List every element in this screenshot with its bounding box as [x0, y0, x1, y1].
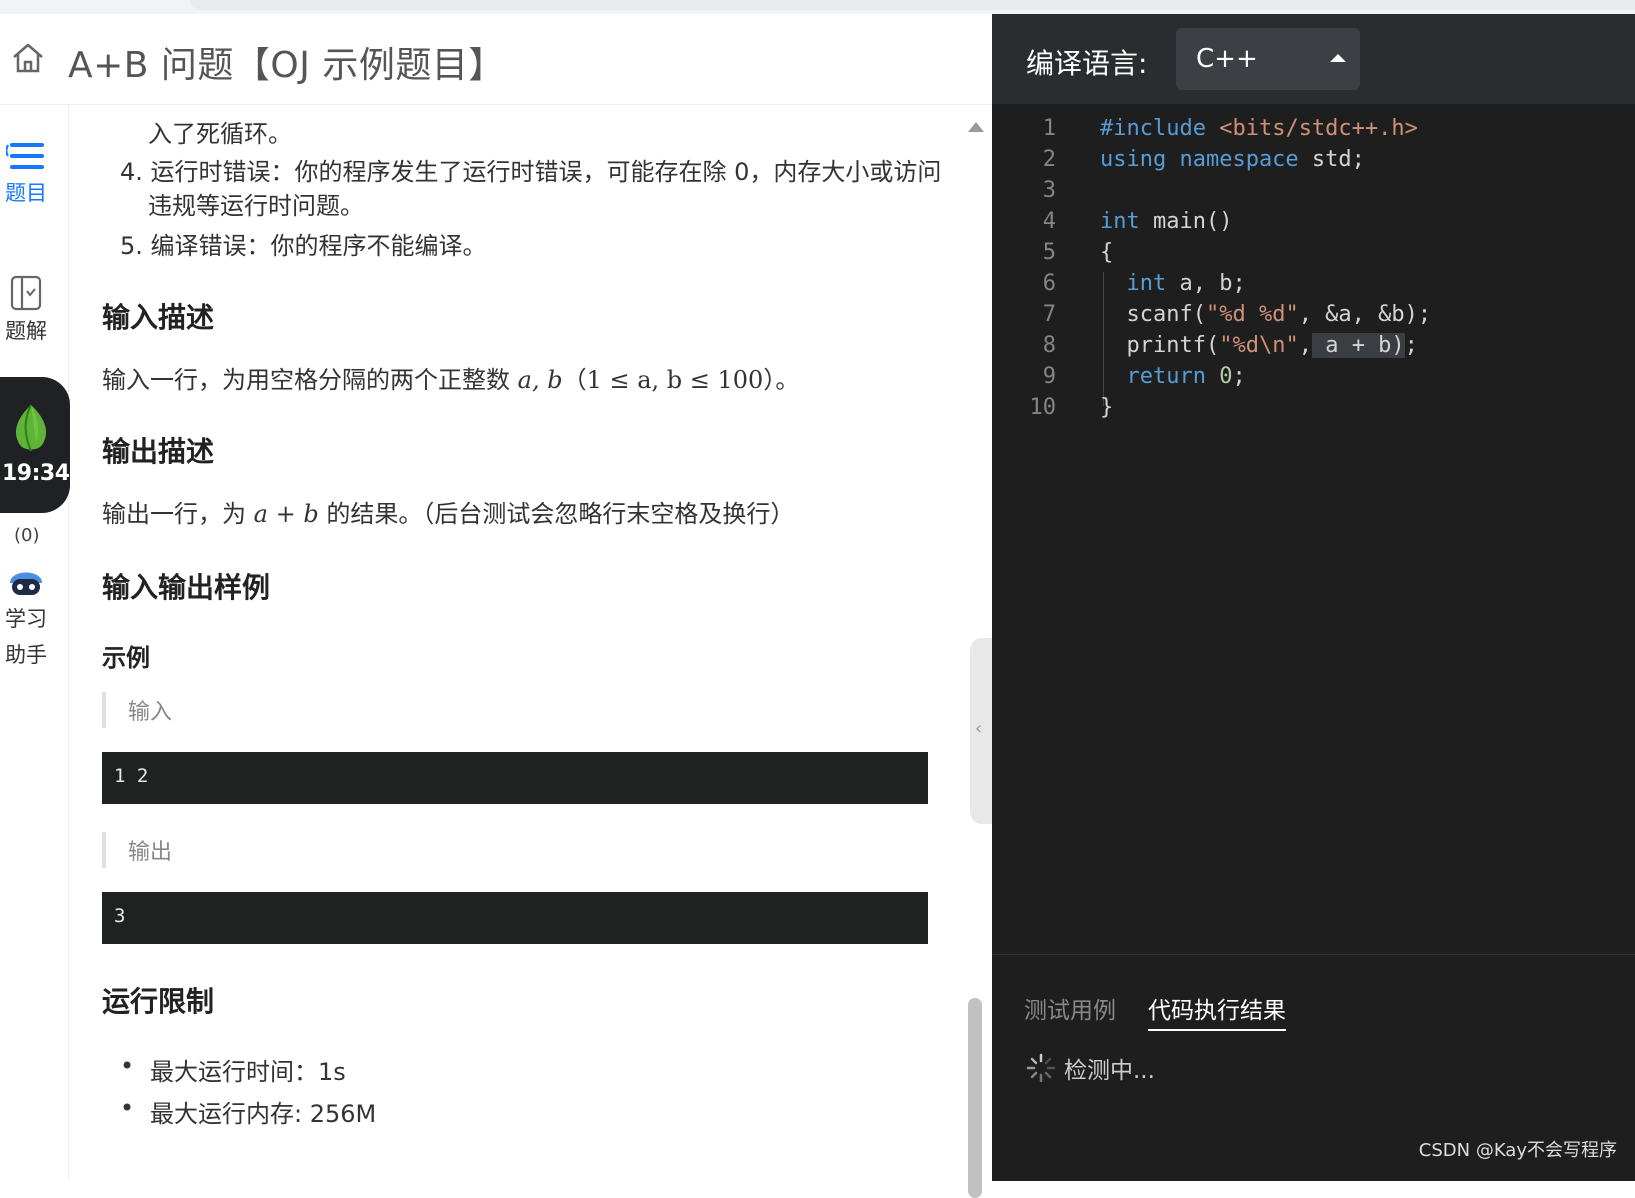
code-line-1: 1 #include <bits/stdc++.h>: [992, 116, 1635, 148]
line-number: 2: [1042, 147, 1056, 172]
input-desc-range: 1 ≤ a, b ≤ 100: [586, 366, 764, 394]
code-text: {: [1100, 240, 1114, 265]
side-nav: 题目 题解 19:34 (0) 学习 助手: [0, 105, 70, 1180]
panel-collapse-handle[interactable]: ‹: [970, 638, 992, 824]
line-number: 1: [1042, 116, 1056, 141]
code-text: #include <bits/stdc++.h>: [1100, 116, 1418, 141]
scrollbar-thumb[interactable]: [968, 998, 982, 1198]
output-desc-math: a + b: [253, 500, 319, 528]
tab-test-cases[interactable]: 测试用例: [1024, 991, 1116, 1025]
input-desc-math: a, b: [517, 366, 563, 394]
code-text: int a, b;: [1126, 271, 1246, 296]
section-title-limits: 运行限制: [102, 985, 215, 1018]
solution-book-icon: [10, 275, 42, 311]
section-title-samples: 输入输出样例: [102, 571, 271, 604]
code-line-2: 2 using namespace std;: [992, 147, 1635, 179]
tab-execution-result[interactable]: 代码执行结果: [1148, 991, 1286, 1031]
chevron-left-icon: ‹: [975, 718, 983, 739]
code-text: printf("%d\n", a + b);: [1100, 333, 1418, 358]
input-description: 输入一行，为用空格分隔的两个正整数 a, b（1 ≤ a, b ≤ 100）。: [102, 360, 799, 395]
code-text: return 0;: [1126, 364, 1246, 389]
side-item-problem[interactable]: 题目: [0, 139, 52, 207]
line-number: 3: [1042, 178, 1056, 203]
loading-spinner-icon: [1026, 1053, 1056, 1083]
limit-memory: 最大运行内存: 256M: [120, 1094, 377, 1129]
side-item-assistant[interactable]: 学习 助手: [0, 561, 52, 669]
browser-top-strip: [0, 0, 1635, 14]
sample-output-label-text: 输出: [128, 840, 173, 865]
code-line-9: 9 return 0;: [992, 364, 1635, 396]
timer-count: (0): [14, 525, 40, 546]
limit-time: 最大运行时间：1s: [120, 1052, 346, 1087]
input-desc-close: ）。: [763, 366, 800, 394]
list-icon: [6, 143, 44, 169]
sample-input-value: 1 2: [114, 765, 149, 787]
output-desc-rest: 的结果。（后台测试会忽略行末空格及换行）: [318, 500, 795, 528]
watermark: CSDN @Kay不会写程序: [1418, 1140, 1617, 1161]
home-icon[interactable]: [10, 40, 46, 76]
editor-panel: 编译语言: C++ 1 #include <bits/stdc++.h> 2 usi…: [992, 14, 1635, 1181]
side-item-solution[interactable]: 题解: [0, 275, 52, 345]
output-desc-text: 输出一行，为: [102, 500, 254, 528]
sample-output-box: 3: [102, 892, 928, 944]
status-text: 检测中...: [1064, 1058, 1155, 1084]
section-title-input: 输入描述: [102, 301, 215, 334]
code-line-8: 8 printf("%d\n", a + b);: [992, 333, 1635, 365]
input-desc-open: （: [562, 366, 587, 394]
list-item-4-cont: 违规等运行时问题。: [148, 192, 364, 220]
sample-input-label: 输入: [102, 692, 906, 728]
leaf-icon: [15, 404, 47, 452]
caret-up-icon: [1330, 54, 1346, 62]
sample-output-label: 输出: [102, 832, 906, 868]
countdown-timer-widget[interactable]: 19:34: [0, 377, 70, 513]
language-select[interactable]: C++: [1176, 28, 1360, 90]
line-number: 8: [1042, 333, 1056, 358]
code-line-5: 5{: [992, 240, 1635, 272]
page-title: A+B 问题【OJ 示例题目】: [68, 45, 505, 86]
code-editor[interactable]: 1 #include <bits/stdc++.h> 2 using namespa…: [992, 104, 1635, 968]
language-select-value: C++: [1196, 44, 1258, 74]
scroll-up-arrow[interactable]: [968, 122, 984, 132]
example-title: 示例: [102, 644, 150, 672]
side-item-problem-label: 题目: [5, 181, 47, 205]
browser-tab-strip: [190, 0, 1635, 10]
line-number: 7: [1042, 302, 1056, 327]
line-number: 9: [1042, 364, 1056, 389]
language-label: 编译语言:: [1026, 47, 1148, 80]
code-line-7: 7 scanf("%d %d", &a, &b);: [992, 302, 1635, 334]
sample-input-label-text: 输入: [128, 700, 173, 725]
code-line-3: 3: [992, 178, 1635, 210]
side-item-assistant-label-2: 助手: [5, 643, 47, 667]
line-number: 5: [1042, 240, 1056, 265]
editor-header: 编译语言: C++: [992, 14, 1635, 104]
line-number: 4: [1042, 209, 1056, 234]
line-number: 10: [1029, 395, 1057, 420]
input-desc-text: 输入一行，为用空格分隔的两个正整数: [102, 366, 518, 394]
problem-header: A+B 问题【OJ 示例题目】: [0, 14, 992, 105]
limit-memory-text: 最大运行内存: 256M: [150, 1100, 377, 1128]
robot-assistant-icon: [10, 572, 42, 595]
problem-panel: A+B 问题【OJ 示例题目】 题目 题解 19:34 (0) 学习 助手 入了…: [0, 14, 992, 1198]
section-title-output: 输出描述: [102, 435, 215, 468]
list-item-5: 5. 编译错误：你的程序不能编译。: [120, 232, 487, 260]
limit-time-text: 最大运行时间：1s: [150, 1058, 346, 1086]
list-item-fragment: 入了死循环。: [148, 120, 292, 148]
code-line-6: 6 int a, b;: [992, 271, 1635, 303]
code-text: scanf("%d %d", &a, &b);: [1100, 302, 1432, 327]
code-text: int main(): [1100, 209, 1233, 234]
output-description: 输出一行，为 a + b 的结果。（后台测试会忽略行末空格及换行）: [102, 494, 794, 529]
line-number: 6: [1042, 271, 1056, 296]
code-text: using namespace std;: [1100, 147, 1365, 172]
code-line-4: 4 int main(): [992, 209, 1635, 241]
timer-text: 19:34: [2, 461, 70, 486]
side-item-solution-label: 题解: [5, 319, 47, 343]
code-line-10: 10}: [992, 395, 1635, 427]
side-item-assistant-label: 学习: [5, 607, 47, 631]
list-item-4: 4. 运行时错误：你的程序发生了运行时错误，可能存在除 0，内存大小或访问: [120, 158, 942, 186]
sample-output-value: 3: [114, 905, 126, 927]
sample-input-box: 1 2: [102, 752, 928, 804]
code-text: }: [1100, 395, 1114, 420]
